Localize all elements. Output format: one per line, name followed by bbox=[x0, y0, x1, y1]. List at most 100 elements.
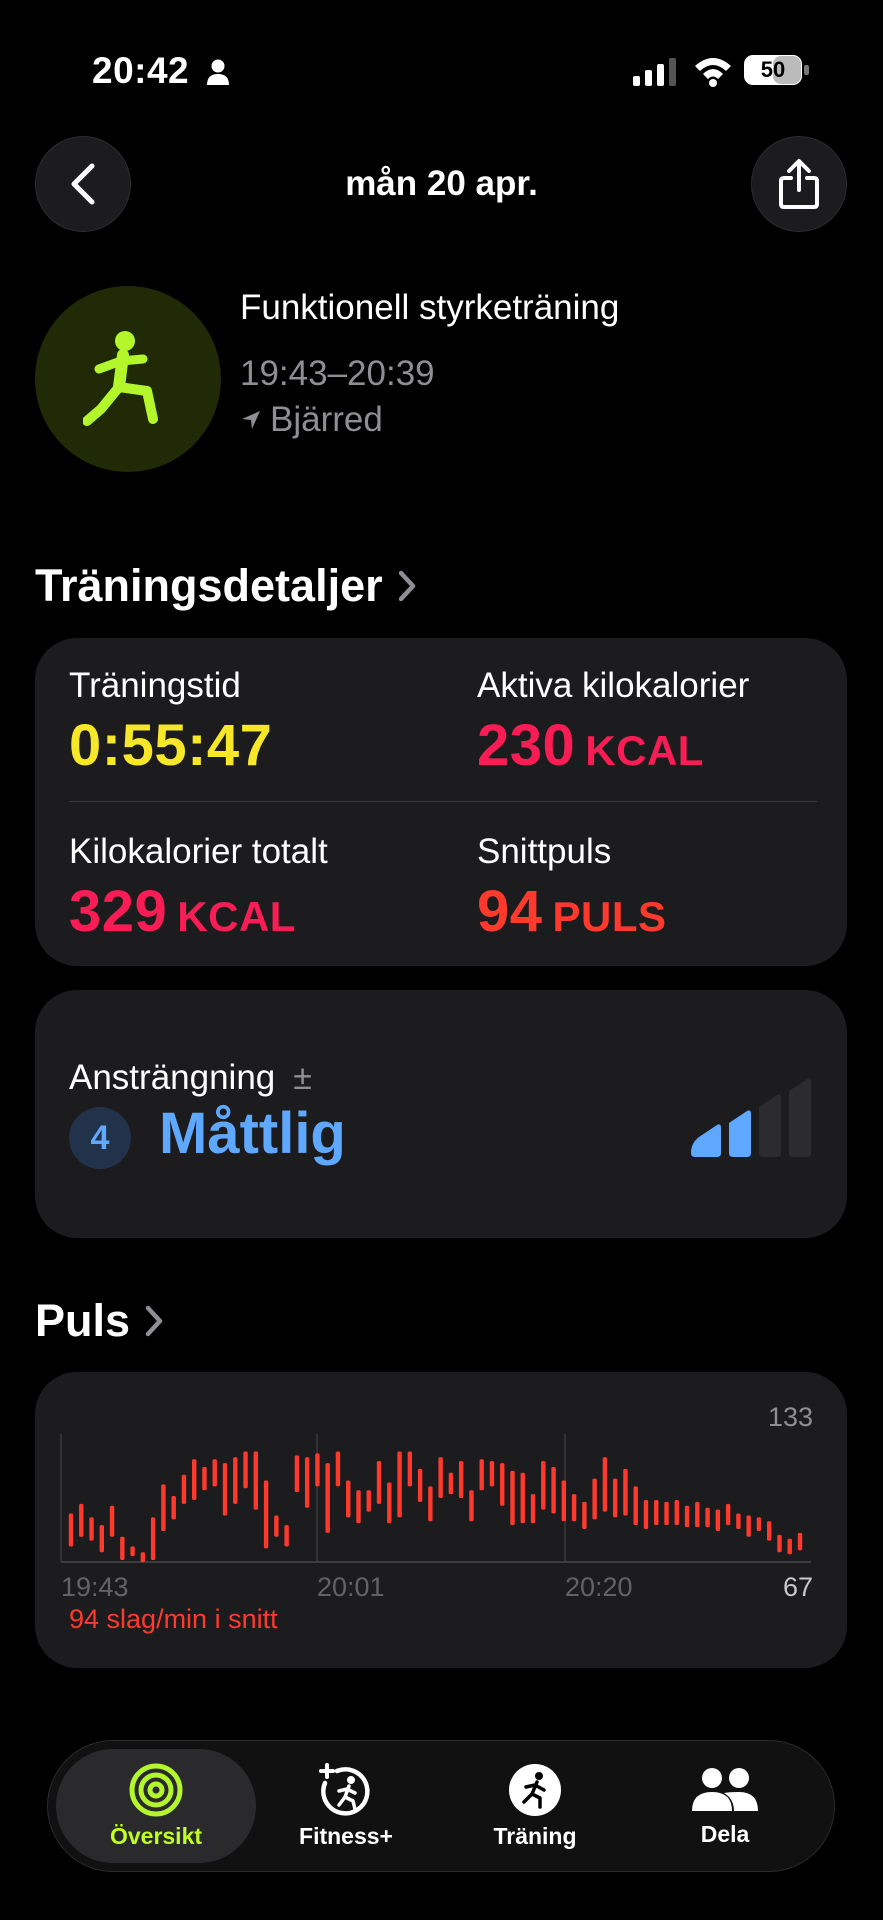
details-divider bbox=[69, 801, 817, 802]
tab-workout-label: Träning bbox=[493, 1822, 577, 1849]
details-section-header[interactable]: Träningsdetaljer bbox=[35, 560, 417, 612]
effort-meter-icon bbox=[691, 1078, 811, 1157]
heart-rate-bar bbox=[202, 1466, 207, 1491]
effort-bar-2 bbox=[729, 1110, 751, 1157]
effort-card[interactable]: Ansträngning ± 4 Måttlig bbox=[35, 990, 847, 1238]
heart-rate-bar bbox=[756, 1517, 762, 1531]
cellular-signal-icon bbox=[633, 58, 676, 86]
heart-rate-bar bbox=[438, 1457, 443, 1498]
chevron-right-icon bbox=[145, 1305, 163, 1337]
heart-rate-bar bbox=[233, 1457, 238, 1504]
heart-rate-bar bbox=[592, 1478, 597, 1520]
heart-rate-card[interactable]: 19:43 20:01 20:20 133 67 94 slag/min i snitt bbox=[35, 1372, 847, 1668]
active-kcal-number: 230 bbox=[477, 713, 576, 778]
heart-rate-bar bbox=[150, 1517, 156, 1561]
effort-bar-1 bbox=[691, 1124, 721, 1157]
heart-rate-bar bbox=[366, 1490, 371, 1512]
heart-rate-bar bbox=[602, 1457, 608, 1512]
heart-rate-bar bbox=[79, 1503, 84, 1537]
heart-rate-bar bbox=[222, 1463, 228, 1516]
heart-rate-bar bbox=[736, 1513, 741, 1530]
effort-bar-3 bbox=[759, 1094, 781, 1157]
active-kcal-label: Aktiva kilokalorier bbox=[477, 666, 750, 705]
heart-rate-bar bbox=[407, 1451, 413, 1487]
people-icon bbox=[692, 1767, 758, 1811]
heart-rate-bar bbox=[664, 1501, 669, 1526]
duration-label: Träningstid bbox=[69, 666, 241, 705]
chart-x-tick-label: 20:20 bbox=[565, 1572, 633, 1602]
heart-rate-bar bbox=[695, 1501, 700, 1528]
chart-y-min-label: 67 bbox=[783, 1572, 813, 1602]
heart-rate-bar bbox=[654, 1499, 659, 1526]
effort-level-text: Måttlig bbox=[159, 1101, 346, 1166]
heart-rate-bar bbox=[89, 1517, 94, 1541]
effort-adjust-icon[interactable]: ± bbox=[293, 1059, 312, 1098]
active-kcal-value: 230 KCAL bbox=[477, 712, 704, 779]
avg-hr-unit: PULS bbox=[552, 893, 667, 940]
location-name: Bjärred bbox=[270, 400, 383, 439]
heart-rate-bar bbox=[705, 1507, 710, 1528]
heart-rate-section-header[interactable]: Puls bbox=[35, 1295, 164, 1347]
heart-rate-bar bbox=[561, 1480, 567, 1522]
heart-rate-bar bbox=[192, 1459, 197, 1500]
effort-bar-4 bbox=[789, 1078, 811, 1157]
fitness-plus-icon bbox=[319, 1762, 370, 1816]
heart-rate-bar bbox=[715, 1509, 721, 1531]
heart-rate-bar bbox=[161, 1484, 166, 1531]
tab-workout[interactable]: Träning bbox=[440, 1741, 630, 1871]
heart-rate-bar bbox=[68, 1513, 74, 1547]
status-time: 20:42 bbox=[92, 50, 190, 91]
heart-rate-bar bbox=[633, 1486, 638, 1526]
heart-rate-bar bbox=[315, 1453, 320, 1487]
heart-rate-bar bbox=[304, 1457, 310, 1508]
heart-rate-bar bbox=[140, 1552, 146, 1562]
heart-rate-bar bbox=[397, 1451, 402, 1518]
duration-number: 0:55:47 bbox=[69, 713, 273, 778]
heart-rate-bar bbox=[787, 1538, 792, 1555]
heart-rate-bar bbox=[356, 1490, 361, 1524]
chart-y-max-label: 133 bbox=[768, 1402, 813, 1432]
heart-rate-bar bbox=[417, 1468, 423, 1502]
share-button[interactable] bbox=[751, 136, 847, 232]
workout-name: Funktionell styrketräning bbox=[240, 288, 620, 327]
heart-rate-bar bbox=[458, 1461, 464, 1498]
workout-type-badge bbox=[35, 286, 221, 472]
tab-fitness-plus[interactable]: Fitness+ bbox=[251, 1741, 441, 1871]
chevron-right-icon bbox=[398, 570, 415, 602]
total-kcal-unit: KCAL bbox=[177, 893, 296, 940]
heart-rate-bar bbox=[469, 1490, 474, 1522]
heart-rate-bar bbox=[120, 1536, 125, 1561]
heart-rate-bar bbox=[725, 1503, 731, 1526]
heart-rate-bar bbox=[746, 1515, 751, 1537]
heart-rate-bar bbox=[541, 1461, 546, 1510]
heart-rate-bar bbox=[777, 1534, 782, 1553]
heart-rate-bar bbox=[428, 1486, 433, 1522]
tab-share[interactable]: Dela bbox=[630, 1741, 820, 1871]
tab-overview[interactable]: Översikt bbox=[56, 1749, 256, 1863]
effort-label-row: Ansträngning ± bbox=[69, 1058, 312, 1098]
heart-rate-bar bbox=[551, 1466, 556, 1514]
battery-icon: 50 bbox=[744, 55, 810, 90]
heart-rate-bar bbox=[510, 1470, 515, 1526]
heart-rate-bar bbox=[766, 1521, 772, 1541]
total-kcal-label: Kilokalorier totalt bbox=[69, 832, 328, 871]
details-section-title: Träningsdetaljer bbox=[35, 560, 383, 611]
heart-rate-bar bbox=[212, 1459, 217, 1487]
wifi-icon bbox=[695, 58, 731, 87]
chart-x-tick-label: 19:43 bbox=[61, 1572, 129, 1602]
location-arrow-icon bbox=[242, 411, 260, 429]
heart-rate-bar bbox=[582, 1501, 587, 1530]
tab-fitness-plus-label: Fitness+ bbox=[299, 1822, 393, 1849]
heart-rate-bar bbox=[387, 1482, 392, 1524]
workout-details-card: Träningstid 0:55:47 Aktiva kilokalorier … bbox=[35, 638, 847, 966]
heart-rate-bar bbox=[181, 1474, 187, 1504]
effort-level-badge: 4 bbox=[69, 1107, 131, 1169]
active-kcal-unit: KCAL bbox=[585, 727, 704, 774]
heart-rate-section-title: Puls bbox=[35, 1295, 131, 1346]
heart-rate-bar bbox=[171, 1496, 176, 1520]
heart-rate-bar bbox=[520, 1472, 525, 1524]
workout-time-range: 19:43–20:39 bbox=[240, 354, 435, 393]
heart-rate-bar bbox=[448, 1472, 454, 1495]
chart-x-tick-label: 20:01 bbox=[317, 1572, 385, 1602]
tab-bar: Översikt Fitness+ Träning Dela bbox=[47, 1740, 835, 1872]
